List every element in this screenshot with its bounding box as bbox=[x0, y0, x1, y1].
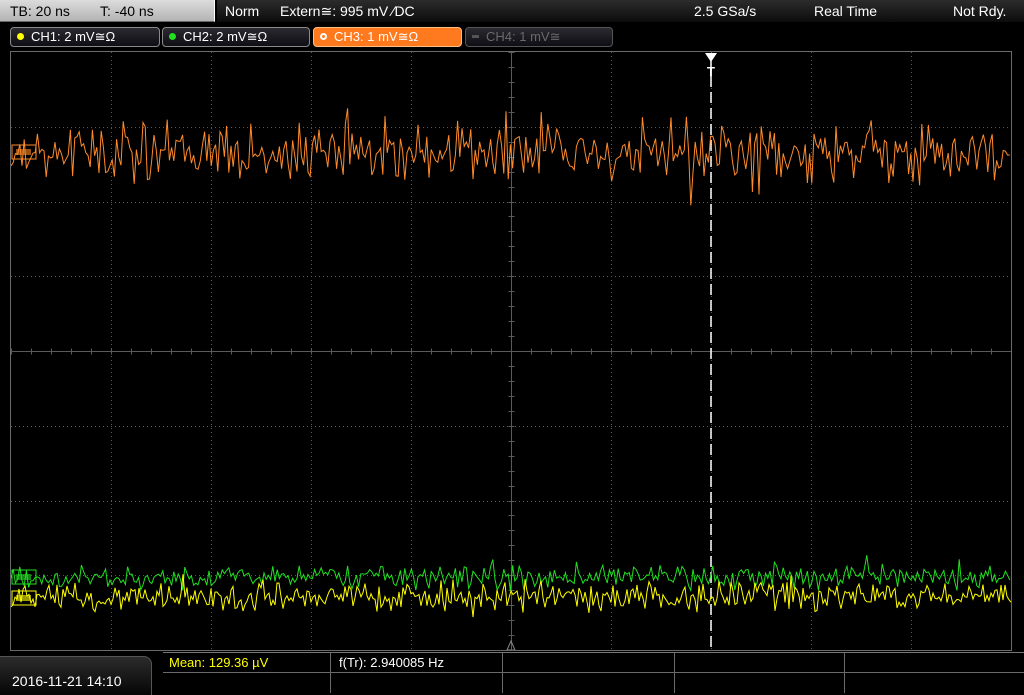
measurement-cell[interactable]: Mean: 129.36 µV bbox=[163, 653, 331, 673]
trigger-source[interactable]: Extern≅: 995 mV ∕DC bbox=[280, 0, 415, 23]
channel-bar: CH1: 2 mV≅Ω CH2: 2 mV≅Ω CH3: 1 mV≅Ω CH4:… bbox=[0, 25, 1024, 49]
measurement-cell-empty[interactable] bbox=[675, 653, 845, 673]
sample-rate: 2.5 GSa/s bbox=[694, 3, 757, 19]
channel-2-label: CH2: 2 mV≅Ω bbox=[183, 29, 268, 44]
trigger-mode[interactable]: Norm bbox=[225, 0, 259, 23]
measurement-cell[interactable]: f(Tr): 2.940085 Hz bbox=[331, 653, 503, 673]
channel-2-color-dot bbox=[169, 33, 176, 40]
waveform-canvas[interactable]: T bbox=[11, 52, 1011, 650]
acquisition-mode[interactable]: Real Time bbox=[814, 0, 877, 23]
channel-4-button[interactable]: CH4: 1 mV≅ bbox=[465, 27, 613, 47]
timebase-readout[interactable]: TB: 20 ns bbox=[10, 0, 70, 23]
trigger-position-arrow-icon[interactable] bbox=[705, 53, 717, 62]
measurement-table[interactable]: Mean: 129.36 µV f(Tr): 2.940085 Hz bbox=[163, 652, 1024, 695]
trigger-status-bar: Norm Extern≅: 995 mV ∕DC 2.5 GSa/s Real … bbox=[217, 0, 1024, 22]
channel-1-button[interactable]: CH1: 2 mV≅Ω bbox=[10, 27, 160, 47]
graticule-grid bbox=[11, 52, 1011, 650]
mean-measurement[interactable]: Mean: 129.36 µV bbox=[169, 655, 268, 670]
datetime-readout: 2016-11-21 14:10 bbox=[12, 673, 122, 689]
channel-1-color-dot bbox=[17, 33, 24, 40]
channel-3-waveform bbox=[11, 108, 1010, 206]
waveform-display[interactable]: T bbox=[10, 51, 1012, 651]
channel-2-button[interactable]: CH2: 2 mV≅Ω bbox=[162, 27, 310, 47]
measurement-cell-empty[interactable] bbox=[845, 653, 1024, 673]
channel-1-label: CH1: 2 mV≅Ω bbox=[31, 29, 116, 44]
trigger-time-readout[interactable]: T: -40 ns bbox=[100, 0, 154, 23]
channel-4-label: CH4: 1 mV≅ bbox=[486, 29, 561, 44]
datetime-panel: 2016-11-21 14:10 bbox=[0, 656, 152, 695]
trigger-marker-label: T bbox=[707, 64, 715, 79]
measurement-cell-empty[interactable] bbox=[331, 673, 503, 693]
measurement-cell-empty[interactable] bbox=[503, 653, 675, 673]
measurement-cell-empty[interactable] bbox=[163, 673, 331, 693]
measurement-cell-empty[interactable] bbox=[503, 673, 675, 693]
channel-3-button[interactable]: CH3: 1 mV≅Ω bbox=[313, 27, 462, 47]
measurement-cell-empty[interactable] bbox=[675, 673, 845, 693]
measurement-cell-empty[interactable] bbox=[845, 673, 1024, 693]
trigger-frequency-measurement[interactable]: f(Tr): 2.940085 Hz bbox=[339, 655, 444, 670]
ready-status: Not Rdy. bbox=[953, 3, 1007, 19]
channel-4-color-dot bbox=[472, 35, 479, 38]
channel-3-label: CH3: 1 mV≅Ω bbox=[334, 29, 419, 44]
timebase-panel[interactable]: TB: 20 ns T: -40 ns bbox=[0, 0, 215, 22]
channel-3-color-dot bbox=[320, 33, 327, 40]
